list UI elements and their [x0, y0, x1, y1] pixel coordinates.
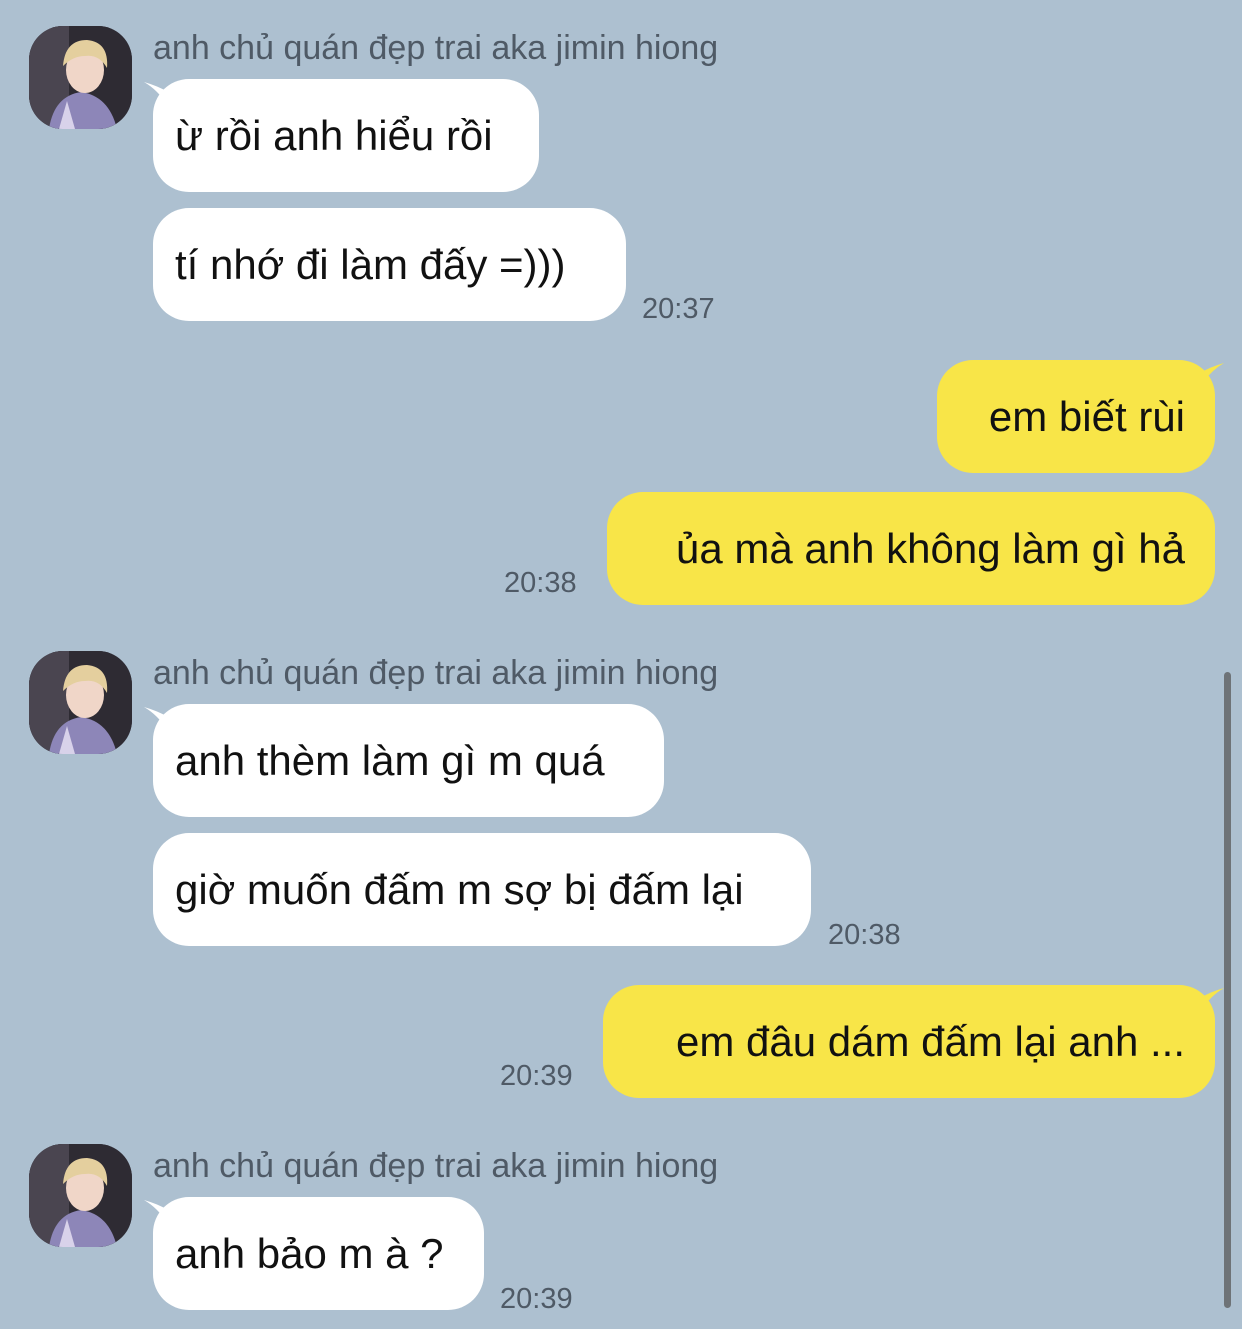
message-bubble[interactable]: em đâu dám đấm lại anh ...	[603, 985, 1215, 1098]
message-timestamp: 20:38	[504, 567, 577, 599]
message-text: anh thèm làm gì m quá	[175, 737, 605, 784]
message-bubble[interactable]: anh thèm làm gì m quá	[153, 704, 664, 817]
message-text: giờ muốn đấm m sợ bị đấm lại	[175, 866, 744, 913]
message-bubble[interactable]: anh bảo m à ?	[153, 1197, 484, 1310]
message-text: em đâu dám đấm lại anh ...	[676, 1018, 1185, 1065]
avatar-photo-icon	[29, 651, 132, 754]
message-timestamp: 20:39	[500, 1060, 573, 1092]
avatar-photo-icon	[29, 1144, 132, 1247]
message-bubble[interactable]: ủa mà anh không làm gì hả	[607, 492, 1215, 605]
message-text: anh bảo m à ?	[175, 1230, 444, 1277]
sender-avatar[interactable]	[29, 1144, 132, 1247]
message-bubble[interactable]: giờ muốn đấm m sợ bị đấm lại	[153, 833, 811, 946]
sender-name: anh chủ quán đẹp trai aka jimin hiong	[153, 29, 719, 67]
scrollbar-thumb[interactable]	[1224, 672, 1231, 1308]
message-timestamp: 20:39	[500, 1283, 573, 1315]
sender-avatar[interactable]	[29, 651, 132, 754]
message-text: ủa mà anh không làm gì hả	[675, 525, 1185, 572]
chat-message-list[interactable]: anh chủ quán đẹp trai aka jimin hiong ừ …	[0, 0, 1242, 1329]
sender-name: anh chủ quán đẹp trai aka jimin hiong	[153, 654, 719, 692]
message-bubble[interactable]: tí nhớ đi làm đấy =)))	[153, 208, 626, 321]
message-timestamp: 20:38	[828, 919, 901, 951]
sender-avatar[interactable]	[29, 26, 132, 129]
message-bubble[interactable]: ừ rồi anh hiểu rồi	[153, 79, 539, 192]
message-text: ừ rồi anh hiểu rồi	[175, 112, 493, 159]
message-text: em biết rùi	[988, 393, 1185, 440]
message-bubble[interactable]: em biết rùi	[937, 360, 1215, 473]
avatar-photo-icon	[29, 26, 132, 129]
message-text: tí nhớ đi làm đấy =)))	[175, 241, 566, 288]
sender-name: anh chủ quán đẹp trai aka jimin hiong	[153, 1147, 719, 1185]
message-timestamp: 20:37	[642, 293, 715, 325]
